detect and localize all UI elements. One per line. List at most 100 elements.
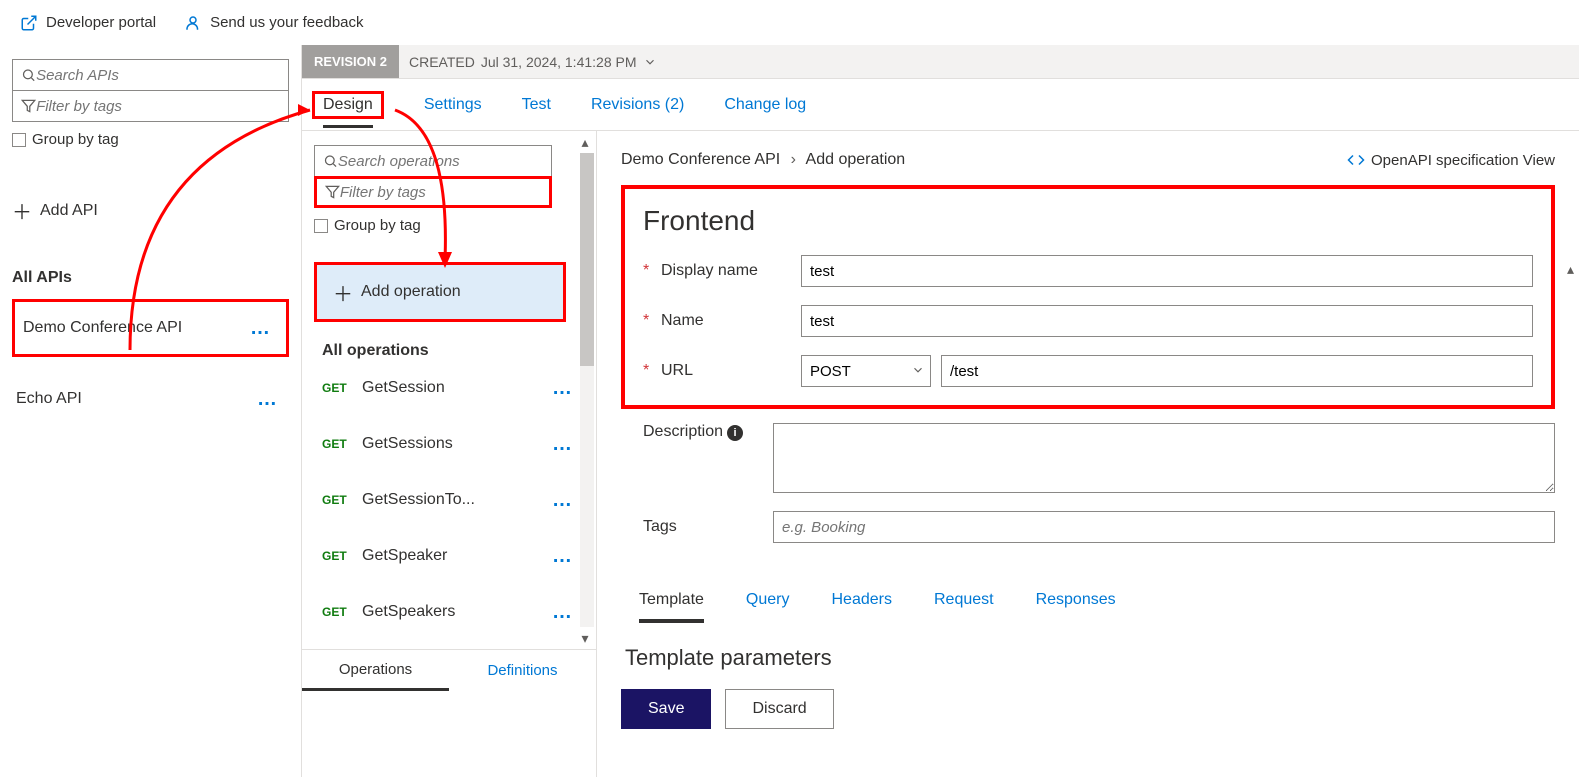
more-icon[interactable]: … (250, 317, 272, 340)
tab-settings[interactable]: Settings (424, 96, 482, 114)
developer-portal-label: Developer portal (46, 14, 156, 31)
tab-test[interactable]: Test (522, 96, 551, 114)
operation-item[interactable]: GETGetSessions… (314, 416, 584, 472)
filter-icon (21, 98, 36, 114)
search-apis-input[interactable] (36, 67, 280, 84)
tab-definitions[interactable]: Definitions (449, 650, 596, 691)
name-label: Name (661, 312, 801, 330)
tags-label: Tags (643, 518, 773, 536)
name-input[interactable] (801, 305, 1533, 337)
group-operations-checkbox[interactable] (314, 219, 328, 233)
required-marker: * (643, 312, 661, 330)
info-icon[interactable]: i (727, 425, 743, 441)
http-method: GET (322, 493, 362, 507)
more-icon[interactable]: … (552, 545, 574, 568)
api-item-label: Demo Conference API (23, 319, 182, 337)
filter-tags-wrap (12, 90, 289, 122)
http-method: GET (322, 549, 362, 563)
more-icon[interactable]: … (552, 433, 574, 456)
operation-item[interactable]: GETGetSession… (314, 360, 584, 416)
filter-operations-wrap (314, 176, 552, 208)
subtab-request[interactable]: Request (934, 591, 994, 623)
operation-item[interactable]: GETGetSpeaker… (314, 528, 584, 584)
revision-badge[interactable]: REVISION 2 (302, 45, 399, 78)
group-by-tag-checkbox[interactable] (12, 133, 26, 147)
http-method: GET (322, 605, 362, 619)
chevron-down-icon (911, 363, 925, 377)
operations-panel: ▴ ▾ Group by tag (302, 131, 597, 777)
more-icon[interactable]: … (552, 489, 574, 512)
scrollbar[interactable] (580, 153, 594, 627)
api-list-panel: Group by tag ＋ Add API All APIs Demo Con… (0, 45, 302, 777)
plus-icon: ＋ (12, 196, 32, 225)
operation-name: GetSpeaker (362, 547, 552, 565)
filter-tags-input[interactable] (36, 98, 280, 115)
scroll-up-icon[interactable]: ▴ (576, 133, 594, 151)
form-footer: Save Discard (621, 689, 1555, 729)
display-name-input[interactable] (801, 255, 1533, 287)
search-operations-input[interactable] (338, 153, 543, 170)
breadcrumb-api[interactable]: Demo Conference API (621, 151, 780, 168)
search-icon (21, 67, 36, 83)
scroll-down-icon[interactable]: ▾ (576, 629, 594, 647)
http-method: GET (322, 437, 362, 451)
display-name-label: Display name (661, 262, 801, 280)
save-button[interactable]: Save (621, 689, 711, 729)
operation-name: GetSessionTo... (362, 491, 552, 509)
search-apis-wrap (12, 59, 289, 91)
url-label: URL (661, 362, 801, 380)
frontend-form: Frontend * Display name * Name * URL (621, 185, 1555, 409)
operation-item[interactable]: GETGetSpeakers… (314, 584, 584, 640)
more-icon[interactable]: … (552, 601, 574, 624)
filter-operations-input[interactable] (340, 184, 541, 201)
external-link-icon (20, 14, 38, 32)
subtab-template[interactable]: Template (639, 591, 704, 623)
operation-item[interactable]: GETGetSessionTo...… (314, 472, 584, 528)
scrollbar[interactable]: ▴ (1562, 261, 1579, 767)
api-item-echo[interactable]: Echo API … (12, 375, 289, 423)
feedback-icon (184, 14, 202, 32)
operation-name: GetSession (362, 379, 552, 397)
api-item-label: Echo API (16, 390, 82, 408)
scrollbar-thumb[interactable] (580, 153, 594, 366)
feedback-label: Send us your feedback (210, 14, 363, 31)
openapi-label: OpenAPI specification View (1371, 152, 1555, 169)
revision-created[interactable]: CREATED Jul 31, 2024, 1:41:28 PM (399, 54, 667, 70)
more-icon[interactable]: … (552, 377, 574, 400)
subtab-query[interactable]: Query (746, 591, 790, 623)
url-path-input[interactable] (941, 355, 1533, 387)
group-operations-label: Group by tag (334, 217, 421, 234)
required-marker: * (643, 262, 661, 280)
add-operation-label: Add operation (361, 283, 461, 301)
more-icon[interactable]: … (257, 388, 279, 411)
all-apis-heading: All APIs (12, 269, 289, 287)
revision-bar: REVISION 2 CREATED Jul 31, 2024, 1:41:28… (302, 45, 1579, 79)
tab-changelog[interactable]: Change log (724, 96, 806, 114)
add-operation-button[interactable]: ＋ Add operation (314, 262, 566, 322)
tab-revisions[interactable]: Revisions (2) (591, 96, 684, 114)
scroll-up-icon[interactable]: ▴ (1562, 261, 1579, 278)
subtab-headers[interactable]: Headers (832, 591, 892, 623)
description-label: Descriptioni (643, 423, 773, 441)
subtab-responses[interactable]: Responses (1036, 591, 1116, 623)
api-tabs: Design Settings Test Revisions (2) Chang… (302, 79, 1579, 131)
tab-design[interactable]: Design (323, 96, 373, 128)
breadcrumb: Demo Conference API › Add operation (621, 151, 905, 169)
top-toolbar: Developer portal Send us your feedback (0, 0, 1579, 45)
api-item-demo-conference[interactable]: Demo Conference API … (19, 304, 282, 352)
developer-portal-link[interactable]: Developer portal (20, 14, 156, 32)
all-operations-heading: All operations (314, 342, 584, 360)
search-operations-wrap (314, 145, 552, 177)
filter-icon (325, 184, 340, 200)
required-marker: * (643, 362, 661, 380)
openapi-view-button[interactable]: OpenAPI specification View (1347, 151, 1555, 169)
frontend-subtabs: Template Query Headers Request Responses (639, 591, 1555, 623)
operation-name: GetSessions (362, 435, 552, 453)
feedback-link[interactable]: Send us your feedback (184, 14, 363, 32)
tags-input[interactable] (773, 511, 1555, 543)
discard-button[interactable]: Discard (725, 689, 833, 729)
add-api-button[interactable]: ＋ Add API (12, 196, 289, 225)
tab-operations[interactable]: Operations (302, 650, 449, 691)
description-textarea[interactable] (773, 423, 1555, 493)
frontend-heading: Frontend (643, 205, 1533, 237)
